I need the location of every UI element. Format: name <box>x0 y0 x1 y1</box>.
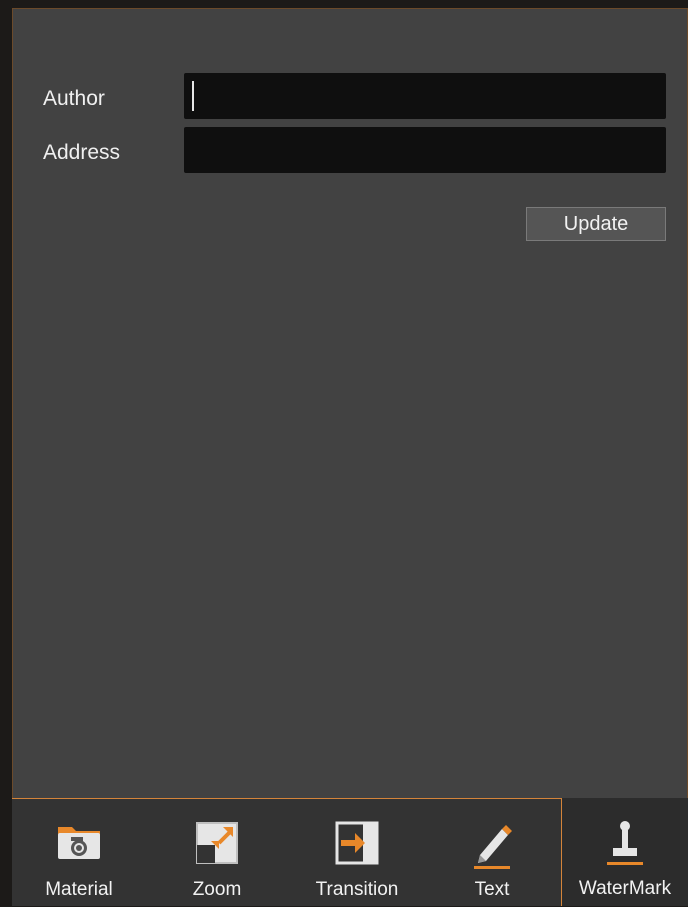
watermark-settings-panel: Author Address Update <box>12 8 688 798</box>
camera-folder-icon <box>58 827 100 859</box>
tab-zoom[interactable]: Zoom <box>162 799 272 907</box>
address-label: Address <box>43 141 121 164</box>
app-window: Author Address Update Material Zoom Tran… <box>0 0 688 906</box>
tab-material-label: Material <box>45 879 113 900</box>
tab-watermark[interactable]: WaterMark <box>562 798 688 906</box>
tab-material[interactable]: Material <box>24 799 134 907</box>
tab-watermark-label: WaterMark <box>578 878 672 899</box>
tab-text[interactable]: Text <box>442 799 542 907</box>
address-input[interactable] <box>184 127 666 173</box>
tab-transition[interactable]: Transition <box>302 799 412 907</box>
transition-arrow-icon <box>335 821 379 865</box>
bottom-tab-bar: Material Zoom Transition Text <box>12 798 562 906</box>
pencil-icon <box>474 825 512 869</box>
tab-zoom-label: Zoom <box>192 879 242 900</box>
stamp-icon <box>607 821 643 865</box>
tab-text-label: Text <box>474 879 510 900</box>
zoom-expand-icon <box>196 822 238 864</box>
author-input[interactable] <box>184 73 666 119</box>
author-label: Author <box>43 87 105 110</box>
text-caret <box>192 81 194 111</box>
update-button[interactable]: Update <box>526 207 666 241</box>
tab-transition-label: Transition <box>315 879 399 900</box>
